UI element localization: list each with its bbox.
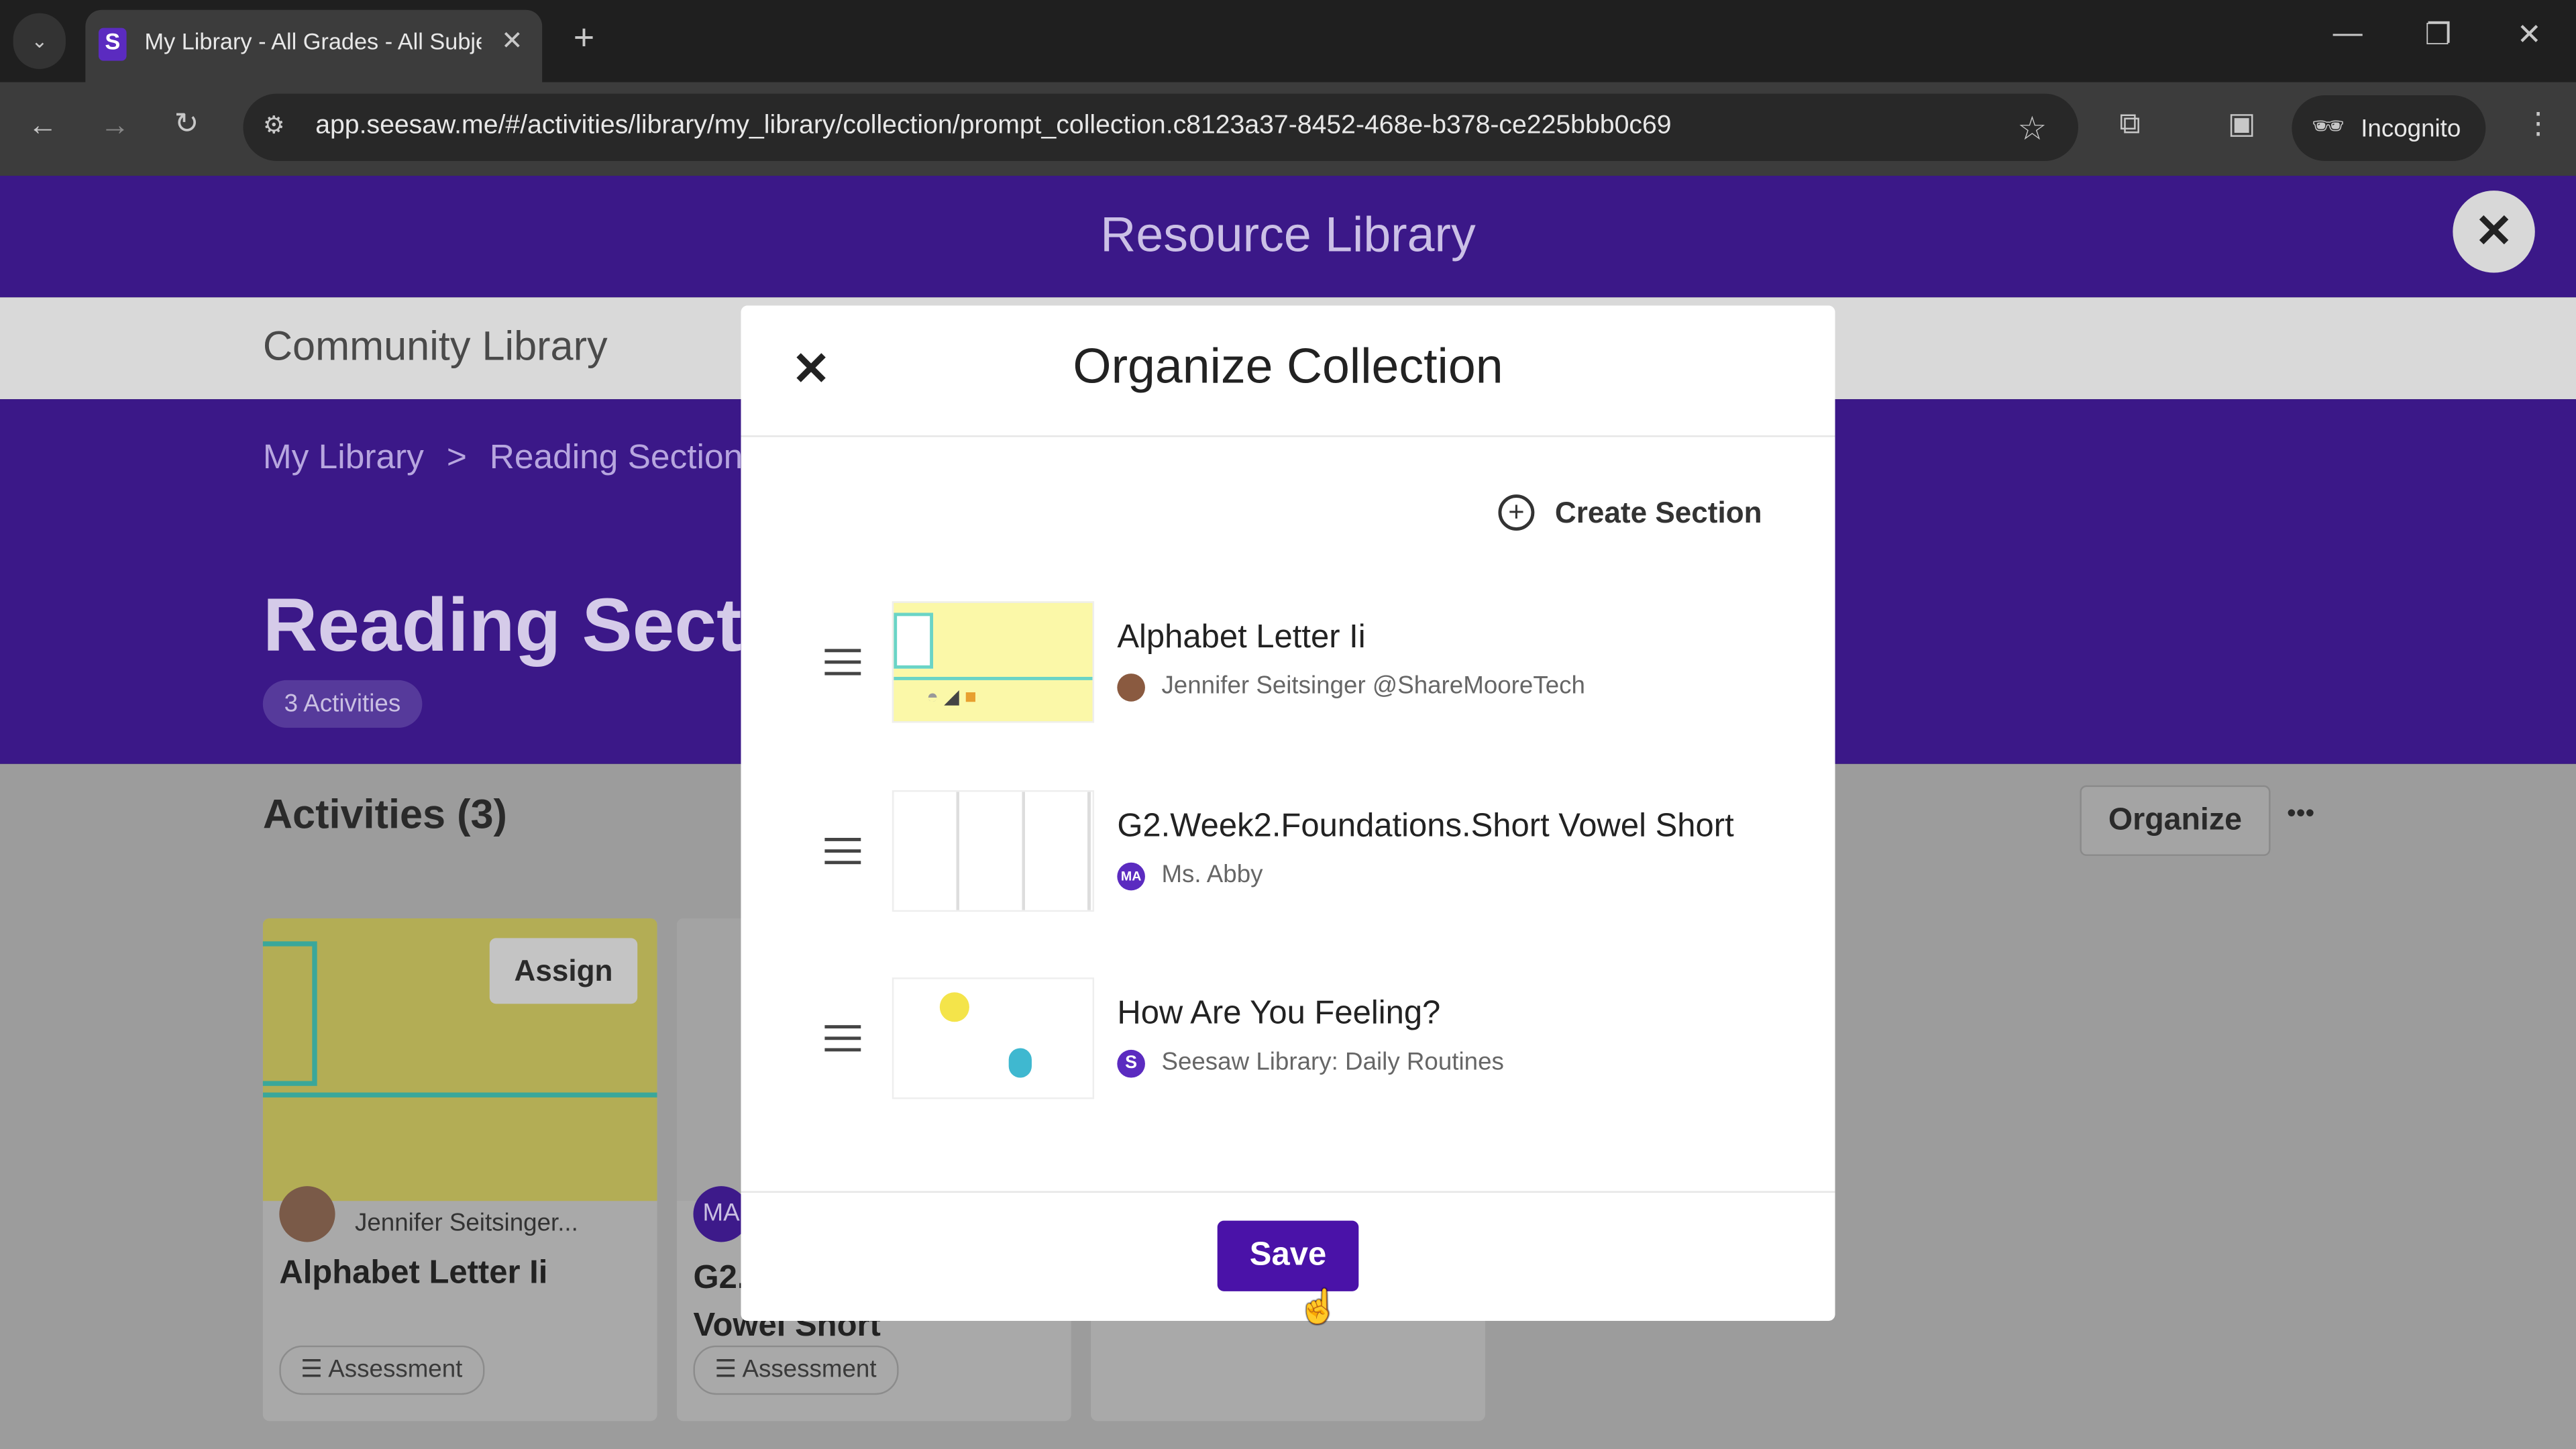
- browser-toolbar: ← → ↻ ⚙ app.seesaw.me/#/activities/libra…: [0, 82, 2576, 176]
- card-author: Jennifer Seitsinger...: [354, 1209, 578, 1238]
- assessment-tag: ☰ Assessment: [279, 1345, 484, 1395]
- thumb-line: [262, 1092, 657, 1097]
- tab-search-button[interactable]: ⌄: [13, 13, 66, 69]
- save-button[interactable]: Save: [1217, 1220, 1359, 1291]
- collection-item[interactable]: ◓ ◢ ■ Alphabet Letter Ii Jennifer Seitsi…: [741, 601, 1835, 723]
- collection-item[interactable]: How Are You Feeling? S Seesaw Library: D…: [741, 977, 1835, 1099]
- item-title: How Are You Feeling?: [1117, 996, 1441, 1032]
- organize-collection-modal: ✕ Organize Collection + Create Section ◓…: [741, 305, 1835, 1321]
- close-tab-icon[interactable]: ✕: [501, 25, 523, 58]
- incognito-badge[interactable]: 🕶 Incognito: [2292, 95, 2486, 162]
- seesaw-logo-icon: S: [1117, 1049, 1145, 1078]
- mouse-cursor-icon: ☝: [1297, 1289, 1339, 1326]
- collection-item[interactable]: G2.Week2.Foundations.Short Vowel Short M…: [741, 790, 1835, 912]
- close-library-button[interactable]: ✕: [2453, 191, 2535, 273]
- activities-heading: Activities (3): [262, 792, 507, 838]
- header-title: Resource Library: [1100, 209, 1476, 263]
- breadcrumb: My Library > Reading Section: [263, 439, 743, 478]
- modal-title: Organize Collection: [1073, 339, 1503, 394]
- site-info-icon[interactable]: ⚙: [263, 110, 285, 140]
- incognito-icon: 🕶: [2311, 113, 2345, 142]
- create-section-button[interactable]: + Create Section: [1498, 494, 1762, 531]
- tag-label: Assessment: [742, 1355, 877, 1384]
- bookmark-star-icon[interactable]: ☆: [2017, 109, 2047, 150]
- thumb-line: [894, 676, 1093, 680]
- author-avatar: MA: [1117, 862, 1145, 891]
- close-window-icon[interactable]: ✕: [2517, 18, 2542, 52]
- tab-strip: ⌄ S My Library - All Grades - All Subjec…: [0, 0, 2576, 83]
- item-author: Ms. Abby: [1161, 861, 1263, 889]
- side-panel-icon[interactable]: ▣: [2228, 107, 2256, 141]
- author-avatar: [279, 1186, 335, 1242]
- new-tab-icon[interactable]: +: [574, 16, 594, 59]
- nav-community-library[interactable]: Community Library: [263, 323, 608, 371]
- breadcrumb-current: Reading Section: [489, 438, 743, 477]
- drag-handle-icon[interactable]: [824, 1025, 861, 1052]
- poll-icon: [939, 992, 969, 1022]
- activity-count-badge: 3 Activities: [262, 680, 423, 728]
- thumb-objects: ◓ ◢ ■: [926, 685, 977, 708]
- browser-tab-active[interactable]: S My Library - All Grades - All Subjects…: [85, 9, 543, 83]
- extensions-icon[interactable]: ⧉: [2119, 107, 2140, 141]
- divider: [741, 435, 1835, 437]
- assessment-tag: ☰ Assessment: [693, 1345, 898, 1395]
- drag-handle-icon[interactable]: [824, 837, 861, 865]
- tag-label: Assessment: [328, 1355, 463, 1384]
- url-text: app.seesaw.me/#/activities/library/my_li…: [315, 111, 1672, 140]
- breadcrumb-my-library[interactable]: My Library: [263, 439, 424, 476]
- assign-button[interactable]: Assign: [489, 938, 638, 1004]
- item-title: Alphabet Letter Ii: [1117, 619, 1366, 656]
- item-title: G2.Week2.Foundations.Short Vowel Short: [1117, 808, 1734, 845]
- forward-icon[interactable]: →: [100, 109, 129, 143]
- item-thumbnail: [892, 977, 1095, 1099]
- item-thumbnail: [892, 790, 1095, 912]
- divider: [741, 1191, 1835, 1193]
- resource-library-header: Resource Library ✕: [0, 176, 2576, 298]
- organize-button[interactable]: Organize: [2080, 785, 2271, 856]
- character-icon: [1008, 1048, 1032, 1078]
- item-author: Jennifer Seitsinger @ShareMooreTech: [1161, 672, 1585, 700]
- drag-handle-icon[interactable]: [824, 649, 861, 676]
- address-bar[interactable]: ⚙ app.seesaw.me/#/activities/library/my_…: [243, 93, 2078, 162]
- card-title: Alphabet Letter Ii: [279, 1255, 548, 1291]
- thumb-frame: [894, 612, 934, 669]
- breadcrumb-separator: >: [446, 438, 467, 477]
- browser-menu-icon[interactable]: ⋮: [2524, 107, 2553, 141]
- seesaw-favicon-icon: S: [98, 28, 127, 61]
- more-options-button[interactable]: •••: [2287, 800, 2314, 830]
- plus-circle-icon: +: [1498, 494, 1535, 531]
- card-thumbnail: Assign: [262, 918, 657, 1201]
- thumb-frame: [262, 941, 317, 1086]
- incognito-label: Incognito: [2361, 115, 2461, 144]
- restore-icon[interactable]: ❐: [2425, 18, 2452, 52]
- author-avatar: [1117, 674, 1145, 702]
- item-thumbnail: ◓ ◢ ■: [892, 601, 1095, 723]
- activity-card[interactable]: Assign Jennifer Seitsinger... Alphabet L…: [262, 918, 657, 1421]
- reload-icon[interactable]: ↻: [174, 107, 199, 141]
- item-author: Seesaw Library: Daily Routines: [1161, 1048, 1504, 1077]
- tab-title: My Library - All Grades - All Subjects: [144, 28, 482, 54]
- create-section-label: Create Section: [1554, 495, 1762, 529]
- minimize-icon[interactable]: —: [2333, 16, 2363, 50]
- back-icon[interactable]: ←: [28, 109, 58, 143]
